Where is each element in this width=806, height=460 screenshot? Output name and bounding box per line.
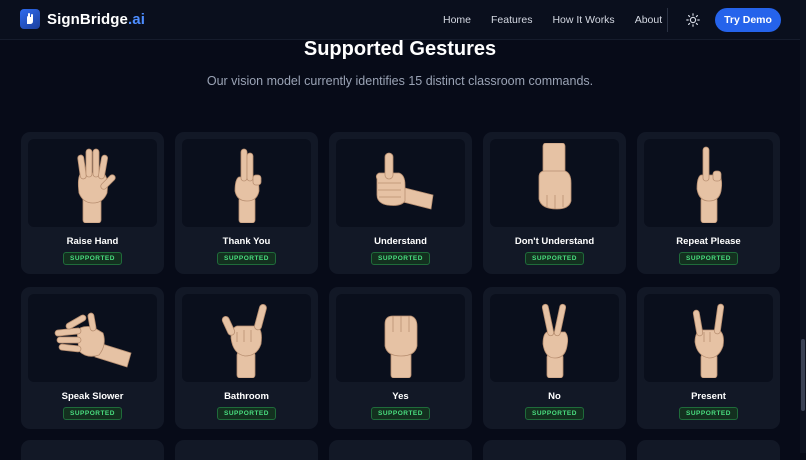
status-badge: SUPPORTED [525,407,584,420]
gesture-label: Repeat Please [676,236,741,247]
gesture-label: Raise Hand [66,236,119,247]
gesture-card-thank-you[interactable]: Thank You SUPPORTED [175,132,318,274]
section-subtitle: Our vision model currently identifies 15… [206,74,594,88]
two-fingers-hand-icon [234,148,261,223]
gesture-card-partial[interactable] [329,440,472,460]
gesture-card-raise-hand[interactable]: Raise Hand SUPPORTED [21,132,164,274]
gesture-image [182,139,311,227]
gesture-label: Don't Understand [514,236,595,247]
gesture-image [182,294,311,382]
main-nav: Home Features How It Works About [443,0,662,40]
section-title: Supported Gestures [303,38,497,60]
brand-suffix: .ai [128,10,145,28]
gesture-card-present[interactable]: Present SUPPORTED [637,287,780,429]
gesture-card-partial[interactable] [483,440,626,460]
scrollbar-thumb[interactable] [801,339,805,411]
brand-home-link[interactable]: SignBridge.ai [20,9,145,29]
top-navbar: SignBridge.ai Home Features How It Works… [0,0,800,40]
gesture-card-repeat-please[interactable]: Repeat Please SUPPORTED [637,132,780,274]
gesture-label: Yes [392,391,409,402]
gesture-label: Speak Slower [61,391,124,402]
gesture-grid: Raise Hand SUPPORTED Thank You SUPPORTED [21,132,781,429]
gesture-grid-next-row [21,440,780,460]
gesture-card-partial[interactable] [175,440,318,460]
gesture-image [644,139,773,227]
gesture-label: Understand [374,236,427,247]
nav-link-home[interactable]: Home [443,14,471,26]
gesture-card-speak-slower[interactable]: Speak Slower SUPPORTED [21,287,164,429]
fist-down-hand-icon [538,143,571,210]
gesture-card-understand[interactable]: Understand SUPPORTED [329,132,472,274]
status-badge: SUPPORTED [371,252,430,265]
status-badge: SUPPORTED [679,252,738,265]
thumbs-up-hand-icon [375,152,433,210]
gesture-image [336,294,465,382]
gesture-image [28,294,157,382]
gesture-label: Bathroom [224,391,269,402]
gesture-card-dont-understand[interactable]: Don't Understand SUPPORTED [483,132,626,274]
status-badge: SUPPORTED [63,252,122,265]
flat-palm-hand-icon [54,312,131,368]
gesture-image [644,294,773,382]
status-badge: SUPPORTED [525,252,584,265]
gesture-label: Thank You [222,236,271,247]
closed-fist-hand-icon [384,315,417,378]
gesture-label: No [548,391,561,402]
gesture-card-no[interactable]: No SUPPORTED [483,287,626,429]
status-badge: SUPPORTED [217,407,276,420]
nav-link-features[interactable]: Features [491,14,532,26]
sign-hand-logo-icon [20,9,40,29]
status-badge: SUPPORTED [679,407,738,420]
sun-icon [686,13,700,27]
brand-name: SignBridge.ai [47,11,145,28]
gesture-card-partial[interactable] [637,440,780,460]
status-badge: SUPPORTED [217,252,276,265]
peace-sign-hand-icon [541,303,568,378]
gesture-image [490,139,619,227]
try-demo-button[interactable]: Try Demo [715,8,781,32]
gesture-card-bathroom[interactable]: Bathroom SUPPORTED [175,287,318,429]
nav-link-how-it-works[interactable]: How It Works [552,14,614,26]
nav-divider [667,8,668,32]
rock-sign-hand-icon [692,303,724,378]
gesture-card-partial[interactable] [21,440,164,460]
gesture-label: Present [691,391,726,402]
gesture-card-yes[interactable]: Yes SUPPORTED [329,287,472,429]
gesture-image [336,139,465,227]
status-badge: SUPPORTED [371,407,430,420]
gesture-image [28,139,157,227]
shaka-hand-icon [221,304,267,378]
status-badge: SUPPORTED [63,407,122,420]
index-up-hand-icon [696,146,722,223]
brand-name-text: SignBridge [47,10,129,28]
open-palm-hand-icon [76,148,116,223]
theme-toggle-button[interactable] [684,11,702,29]
gesture-image [490,294,619,382]
nav-link-about[interactable]: About [635,14,662,26]
